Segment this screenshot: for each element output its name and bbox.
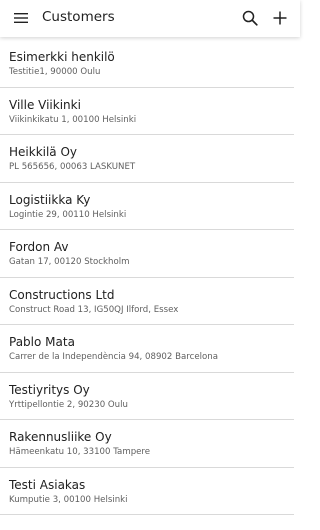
customer-name: Logistiikka Ky bbox=[9, 192, 91, 207]
customer-address: Yrttipellontie 2, 90230 Oulu bbox=[9, 399, 128, 410]
customer-list: Esimerkki henkilö Testitie1, 90000 Oulu … bbox=[0, 40, 300, 515]
menu-button[interactable] bbox=[8, 6, 34, 30]
list-item[interactable]: Constructions Ltd Construct Road 13, IG5… bbox=[0, 278, 294, 325]
plus-icon bbox=[273, 11, 287, 25]
customer-address: Viikinkikatu 1, 00100 Helsinki bbox=[9, 114, 137, 125]
customer-address: PL 565656, 00063 LASKUNET bbox=[9, 162, 136, 172]
customer-name: Fordon Av bbox=[9, 240, 69, 254]
app-bar: Customers bbox=[0, 0, 300, 37]
customer-name: Esimerkki henkilö bbox=[9, 50, 115, 64]
search-icon bbox=[242, 10, 258, 26]
customer-address: Construct Road 13, IG50QJ Ilford, Essex bbox=[9, 304, 179, 315]
customer-name: Testiyritys Oy bbox=[9, 382, 90, 397]
customer-address: Gatan 17, 00120 Stockholm bbox=[9, 257, 130, 267]
list-item[interactable]: Logistiikka Ky Logintie 29, 00110 Helsin… bbox=[0, 183, 294, 230]
customer-name: Heikkilä Oy bbox=[9, 145, 78, 159]
customer-address: Testitie1, 90000 Oulu bbox=[9, 67, 101, 77]
customer-name: Constructions Ltd bbox=[9, 287, 115, 302]
customer-address: Carrer de la Independència 94, 08902 Bar… bbox=[9, 352, 218, 362]
search-button[interactable] bbox=[238, 6, 262, 30]
list-item[interactable]: Ville Viikinki Viikinkikatu 1, 00100 Hel… bbox=[0, 88, 294, 135]
customer-name: Testi Asiakas bbox=[9, 477, 86, 492]
customer-name: Pablo Mata bbox=[9, 335, 75, 349]
customer-address: Kumputie 3, 00100 Helsinki bbox=[9, 494, 128, 505]
customer-name: Ville Viikinki bbox=[9, 97, 81, 112]
list-item[interactable]: Pablo Mata Carrer de la Independència 94… bbox=[0, 325, 294, 373]
list-item[interactable]: Heikkilä Oy PL 565656, 00063 LASKUNET bbox=[0, 135, 294, 183]
list-item[interactable]: Esimerkki henkilö Testitie1, 90000 Oulu bbox=[0, 40, 294, 88]
list-item[interactable]: Testiyritys Oy Yrttipellontie 2, 90230 O… bbox=[0, 373, 294, 420]
customer-address: Hämeenkatu 10, 33100 Tampere bbox=[9, 447, 151, 457]
page-title: Customers bbox=[42, 9, 115, 25]
list-item[interactable]: Testi Asiakas Kumputie 3, 00100 Helsinki bbox=[0, 468, 294, 515]
customer-address: Logintie 29, 00110 Helsinki bbox=[9, 209, 127, 220]
menu-icon bbox=[14, 13, 28, 23]
list-item[interactable]: Rakennusliike Oy Hämeenkatu 10, 33100 Ta… bbox=[0, 420, 294, 468]
list-item[interactable]: Fordon Av Gatan 17, 00120 Stockholm bbox=[0, 230, 294, 278]
add-customer-button[interactable] bbox=[268, 6, 292, 30]
customer-name: Rakennusliike Oy bbox=[9, 430, 112, 444]
